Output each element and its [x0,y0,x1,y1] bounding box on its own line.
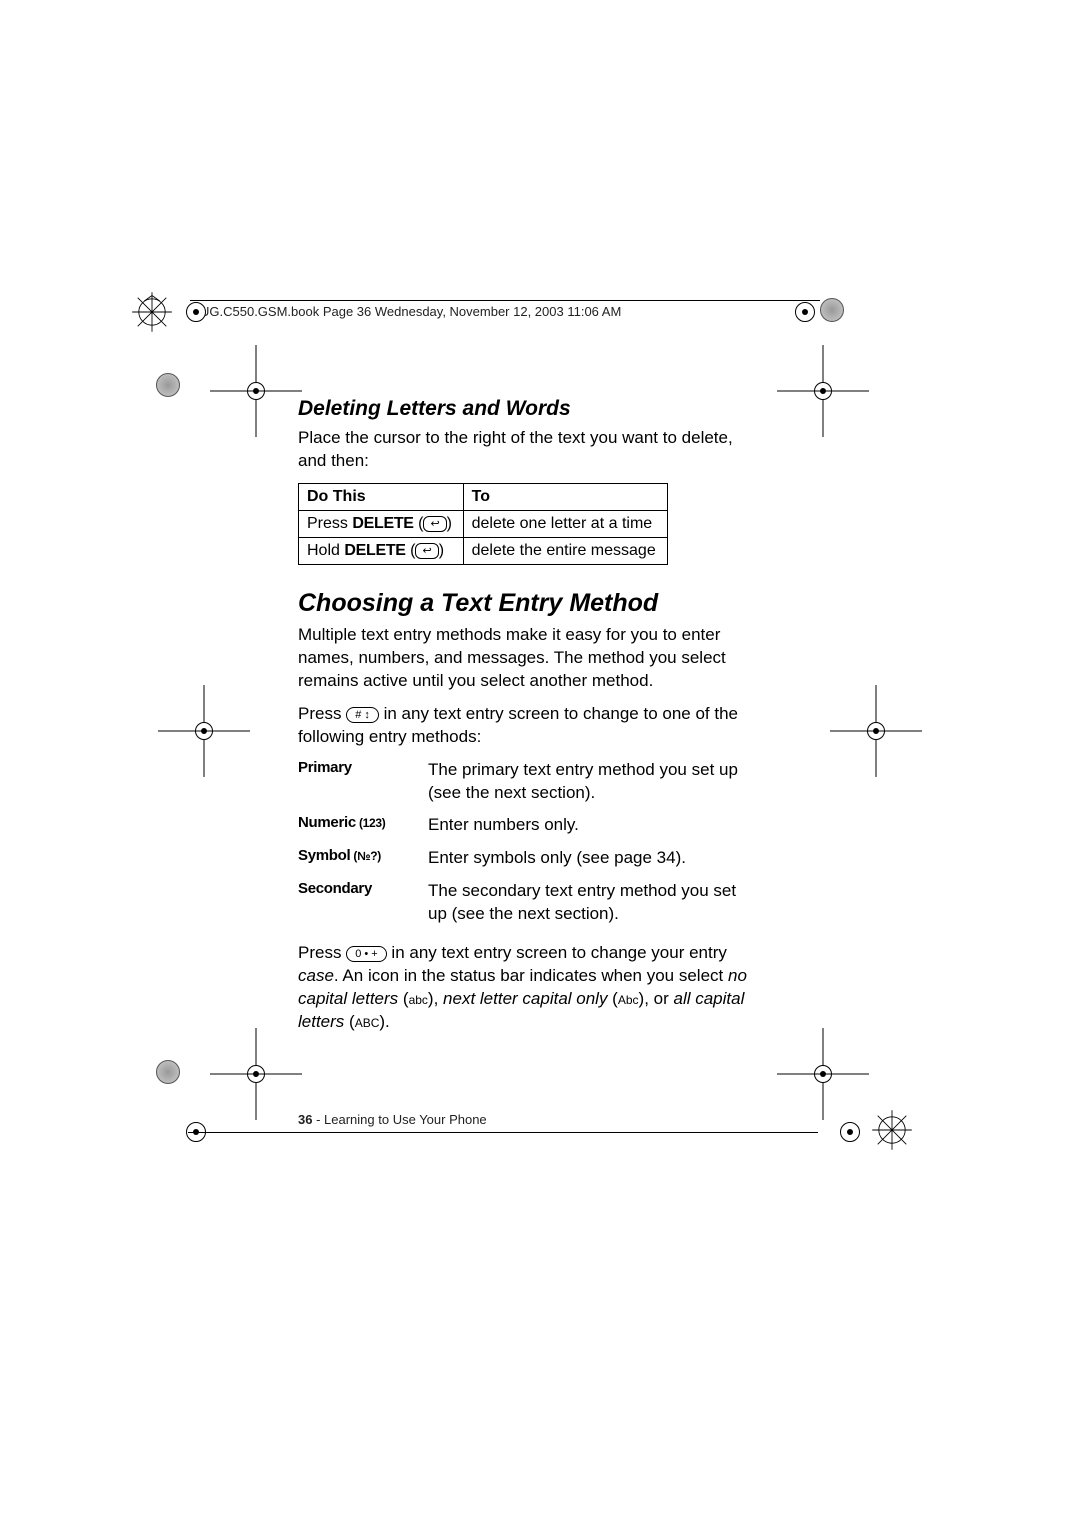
delete-key-icon: ↩ [415,543,438,559]
text: Press [298,704,346,723]
regmark-cross [807,1058,839,1090]
delete-key-icon: ↩ [423,516,446,532]
para-multiple-methods: Multiple text entry methods make it easy… [298,624,758,693]
regmark-dot [186,302,206,322]
method-term: Secondary [298,880,428,926]
regmark-cross [240,375,272,407]
text: ( [607,989,617,1008]
regmark-cross [860,715,892,747]
text: in any text entry screen to change your … [387,943,727,962]
regmark-cross [807,375,839,407]
case-icon-abc: abc [409,993,428,1007]
text: Press [298,943,346,962]
case-icon-Abc: Abc [618,993,639,1007]
method-def: The secondary text entry method you set … [428,880,758,926]
method-term: Numeric (123) [298,814,428,837]
text: Press [307,515,352,532]
text: ), [428,989,443,1008]
col-to: To [463,483,667,510]
heading-choosing: Choosing a Text Entry Method [298,589,758,618]
regmark-cross [240,1058,272,1090]
page-number: 36 [298,1112,312,1127]
regmark-dot [795,302,815,322]
hash-key-icon: # ↕ [346,707,379,723]
col-do-this: Do This [299,483,464,510]
text-italic: case [298,966,334,985]
zero-key-icon: 0 • + [346,946,387,962]
to-cell: delete the entire message [463,537,667,564]
text: ( [406,542,416,559]
text: ) [447,515,452,532]
text: ) [439,542,444,559]
text: ( [398,989,408,1008]
footer-sep: - [312,1112,324,1127]
text: . An icon in the status bar indicates wh… [334,966,728,985]
do-cell: Hold DELETE (↩) [299,537,464,564]
text: ), or [639,989,674,1008]
text: ). [379,1012,389,1031]
regmark-sunburst [870,1108,914,1152]
text: Hold [307,542,344,559]
regmark-sunburst [130,290,174,334]
table-row: Hold DELETE (↩) delete the entire messag… [299,537,668,564]
heading-deleting: Deleting Letters and Words [298,397,758,421]
regmark-circle [156,373,180,397]
para-case: Press 0 • + in any text entry screen to … [298,942,758,1034]
header-rule [190,300,820,301]
regmark-cross [188,715,220,747]
running-header: UG.C550.GSM.book Page 36 Wednesday, Nove… [200,304,621,319]
para-press-hash: Press # ↕ in any text entry screen to ch… [298,703,758,749]
do-cell: Press DELETE (↩) [299,510,464,537]
method-def: The primary text entry method you set up… [428,759,758,805]
key-label: DELETE [352,515,413,532]
page-body: Deleting Letters and Words Place the cur… [298,397,758,1044]
entry-methods-list: Primary The primary text entry method yo… [298,759,758,927]
chapter-title: Learning to Use Your Phone [324,1112,487,1127]
regmark-dot [840,1122,860,1142]
method-def: Enter numbers only. [428,814,758,837]
key-label: DELETE [344,542,405,559]
page-footer: 36 - Learning to Use Your Phone [298,1112,487,1127]
delete-table: Do This To Press DELETE (↩) delete one l… [298,483,668,565]
text: ( [344,1012,354,1031]
regmark-circle [820,298,844,322]
method-def: Enter symbols only (see page 34). [428,847,758,870]
footer-rule [188,1132,818,1133]
text: ( [414,515,424,532]
table-row: Press DELETE (↩) delete one letter at a … [299,510,668,537]
method-term: Symbol (№?) [298,847,428,870]
text-italic: next letter capital only [443,989,607,1008]
case-icon-ABC: ABC [355,1016,380,1030]
to-cell: delete one letter at a time [463,510,667,537]
method-term: Primary [298,759,428,805]
intro-text: Place the cursor to the right of the tex… [298,427,758,473]
regmark-circle [156,1060,180,1084]
